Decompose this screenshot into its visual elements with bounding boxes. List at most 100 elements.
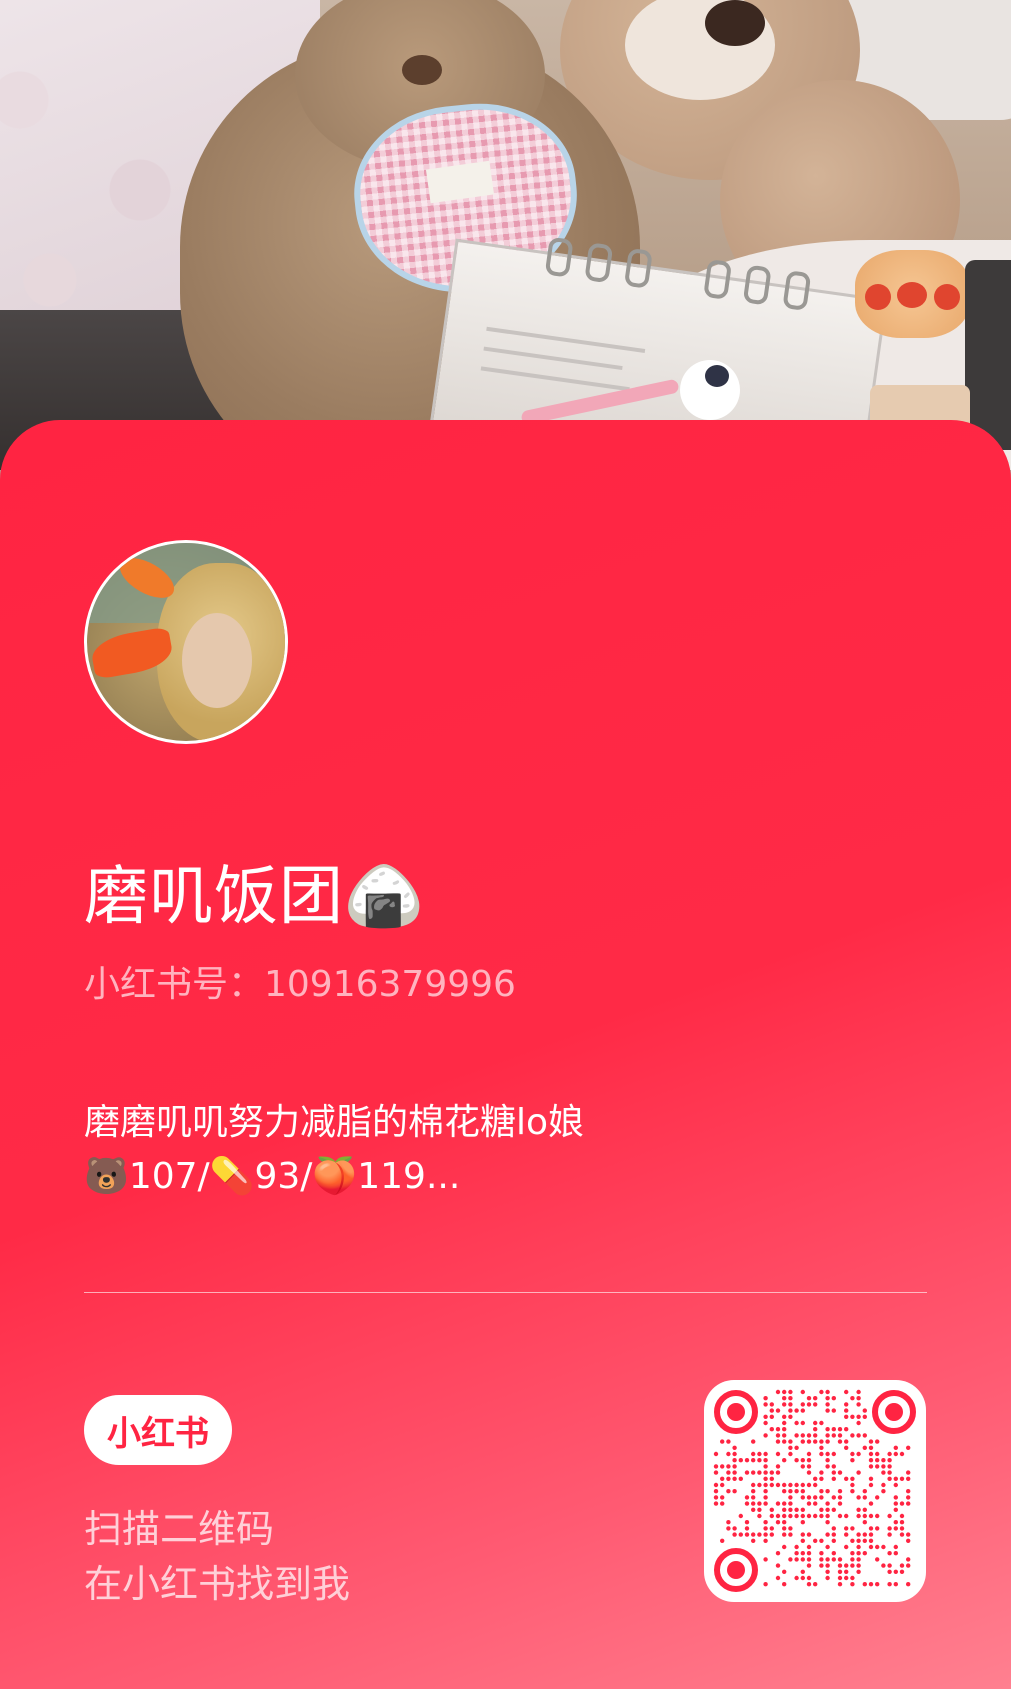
qr-module (782, 1458, 787, 1463)
qr-module (856, 1544, 861, 1550)
qr-module (875, 1513, 880, 1519)
qr-module (850, 1551, 855, 1556)
sticker-dot (705, 365, 729, 387)
qr-module (751, 1489, 756, 1494)
qr-module (831, 1464, 836, 1469)
qr-module (794, 1544, 799, 1550)
qr-module (899, 1451, 905, 1457)
qr-code[interactable] (704, 1380, 926, 1602)
qr-module (720, 1501, 725, 1506)
qr-module (806, 1557, 812, 1562)
qr-module (844, 1513, 849, 1519)
qr-module (825, 1451, 830, 1457)
qr-module (732, 1476, 737, 1481)
qr-module (875, 1451, 880, 1457)
qr-module (813, 1433, 818, 1438)
qr-module (856, 1433, 861, 1438)
qr-module (751, 1538, 756, 1543)
qr-module (763, 1501, 768, 1506)
qr-module (788, 1451, 793, 1457)
qr-module (782, 1569, 787, 1574)
qr-module (831, 1476, 836, 1481)
qr-module (893, 1476, 898, 1481)
qr-module (825, 1458, 830, 1463)
qr-module (819, 1420, 824, 1426)
qr-module (713, 1501, 719, 1506)
qr-module (763, 1458, 768, 1463)
qr-module (782, 1532, 787, 1537)
qr-module (837, 1557, 843, 1562)
qr-module (782, 1396, 787, 1401)
qr-module (837, 1569, 843, 1574)
qr-module (726, 1464, 731, 1469)
qr-module (782, 1482, 787, 1488)
avatar-face (182, 613, 252, 708)
qr-module (906, 1501, 911, 1506)
qr-module (763, 1495, 768, 1500)
qr-module (782, 1389, 787, 1395)
qr-module (844, 1439, 849, 1444)
qr-module (850, 1538, 855, 1543)
qr-module (769, 1408, 774, 1413)
qr-module (751, 1495, 756, 1500)
qr-module (868, 1501, 874, 1506)
qr-module (782, 1439, 787, 1444)
qr-module (831, 1451, 836, 1457)
qr-module (862, 1513, 867, 1519)
qr-module (763, 1538, 768, 1543)
qr-module (899, 1513, 905, 1519)
qr-module (775, 1389, 781, 1395)
qr-module (825, 1427, 830, 1432)
qr-module (899, 1526, 905, 1531)
qr-module (751, 1482, 756, 1488)
qr-module (788, 1389, 793, 1395)
qr-module (862, 1408, 867, 1413)
qr-module (800, 1439, 805, 1444)
qr-module (862, 1507, 867, 1512)
qr-module (744, 1526, 750, 1531)
qr-module (813, 1439, 818, 1444)
qr-module (868, 1458, 874, 1463)
qr-module (837, 1575, 843, 1581)
qr-module (856, 1495, 861, 1500)
qr-module (850, 1396, 855, 1401)
avatar[interactable] (84, 540, 288, 744)
qr-module (887, 1476, 892, 1481)
profile-card: 磨叽饭团🍙 小红书号：10916379996 磨磨叽叽努力减脂的棉花糖lo娘 🐻… (0, 420, 1011, 1689)
qr-module (856, 1470, 861, 1475)
qr-module (831, 1538, 836, 1543)
qr-module (825, 1396, 830, 1401)
qr-module (800, 1420, 805, 1426)
qr-module (788, 1532, 793, 1537)
user-name: 磨叽饭团🍙 (84, 860, 425, 934)
qr-module (844, 1575, 849, 1581)
qr-module (775, 1439, 781, 1444)
qr-module (893, 1520, 898, 1525)
qr-module (856, 1569, 861, 1574)
qr-module (800, 1495, 805, 1500)
qr-module (738, 1532, 743, 1537)
qr-module (751, 1501, 756, 1506)
qr-module (887, 1451, 892, 1457)
qr-module (763, 1464, 768, 1469)
qr-module (868, 1544, 874, 1550)
qr-module (806, 1582, 812, 1587)
qr-module (788, 1495, 793, 1500)
qr-module (800, 1402, 805, 1407)
qr-module (844, 1427, 849, 1432)
qr-module (800, 1464, 805, 1469)
qr-module (794, 1513, 799, 1519)
qr-module (782, 1582, 787, 1587)
qr-module (906, 1495, 911, 1500)
qr-module (850, 1582, 855, 1587)
qr-module (775, 1451, 781, 1457)
qr-module (887, 1458, 892, 1463)
qr-module (813, 1538, 818, 1543)
qr-module (775, 1408, 781, 1413)
bio-line: 🐻107/💊93/🍑119... (84, 1156, 461, 1197)
qr-module (831, 1557, 836, 1562)
qr-module (906, 1582, 911, 1587)
qr-module (887, 1563, 892, 1568)
anpanman-cheek (865, 284, 891, 310)
qr-module (862, 1520, 867, 1525)
